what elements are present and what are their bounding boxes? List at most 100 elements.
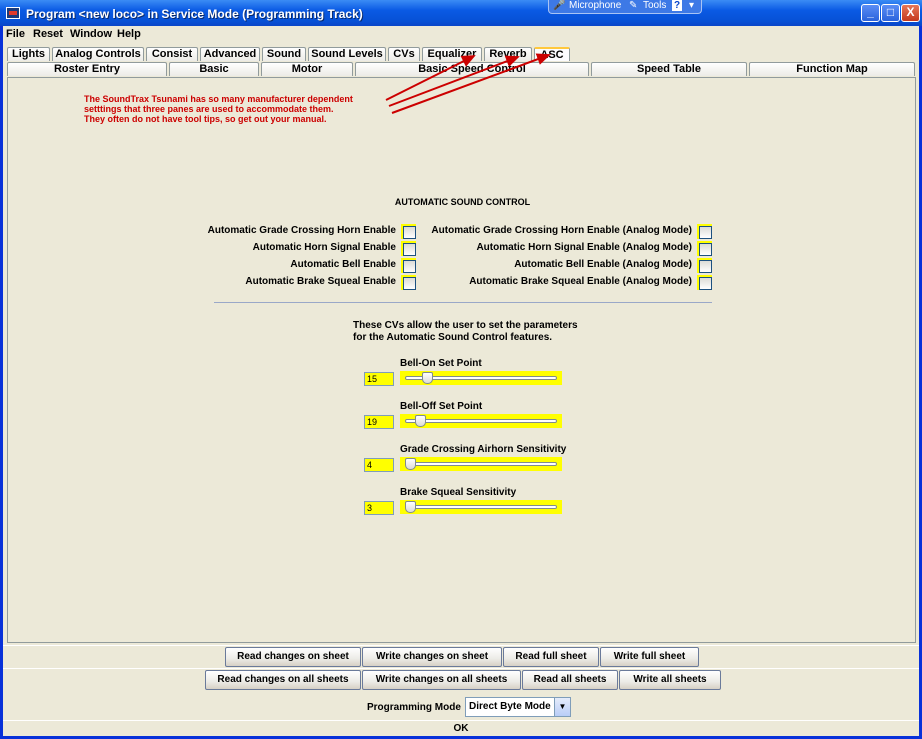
slider-value-field[interactable]: 3 (364, 501, 394, 515)
program-window: Program <new loco> in Service Mode (Prog… (0, 0, 922, 739)
annotation-note: The SoundTrax Tsunami has so many manufa… (84, 94, 353, 124)
annotation-line-3: They often do not have tool tips, so get… (84, 114, 327, 124)
slider-thumb[interactable] (414, 415, 426, 427)
tools-icon[interactable]: ✎ (629, 0, 637, 11)
checkbox-label: Automatic Bell Enable (290, 259, 396, 270)
microphone-label[interactable]: Microphone (569, 0, 621, 11)
tab-reverb[interactable]: Reverb (484, 47, 532, 61)
checkbox-brake-squeal[interactable]: Automatic Brake Squeal Enable (8, 275, 416, 290)
help-icon[interactable]: ? (672, 0, 683, 11)
checkbox-horn-signal-analog[interactable]: Automatic Horn Signal Enable (Analog Mod… (418, 241, 712, 256)
slider-value-field[interactable]: 4 (364, 458, 394, 472)
sheet-button-row: Read changes on sheet Write changes on s… (3, 645, 919, 669)
read-changes-on-sheet-button[interactable]: Read changes on sheet (225, 647, 361, 667)
slider-track[interactable] (405, 505, 557, 509)
tab-lights[interactable]: Lights (7, 47, 50, 61)
checkbox-label: Automatic Brake Squeal Enable (245, 276, 396, 287)
params-description: These CVs allow the user to set the para… (353, 320, 578, 344)
tab-row-bottom: Roster Entry Basic Motor Basic Speed Con… (7, 62, 917, 76)
checkbox-bell[interactable]: Automatic Bell Enable (8, 258, 416, 273)
slider-thumb[interactable] (405, 458, 416, 470)
section-title: AUTOMATIC SOUND CONTROL (394, 197, 531, 207)
checkbox-label: Automatic Brake Squeal Enable (Analog Mo… (469, 276, 692, 287)
slider-value-field[interactable]: 19 (364, 415, 394, 429)
slider-track[interactable] (405, 462, 557, 466)
checkbox-label: Automatic Grade Crossing Horn Enable (An… (431, 225, 692, 236)
read-full-sheet-button[interactable]: Read full sheet (503, 647, 599, 667)
title-bar[interactable]: Program <new loco> in Service Mode (Prog… (0, 0, 922, 26)
write-changes-on-sheet-button[interactable]: Write changes on sheet (362, 647, 502, 667)
checkbox-grade-crossing-horn-analog[interactable]: Automatic Grade Crossing Horn Enable (An… (418, 224, 712, 239)
slider-bell-off-set-point: Bell-Off Set Point 19 (364, 401, 564, 431)
tab-speed-table[interactable]: Speed Table (591, 62, 747, 76)
tab-basic[interactable]: Basic (169, 62, 259, 76)
tray-options-icon[interactable]: ▾ (689, 0, 694, 11)
tab-motor[interactable]: Motor (261, 62, 353, 76)
slider-bell-on-set-point: Bell-On Set Point 15 (364, 358, 564, 388)
tab-sound-levels[interactable]: Sound Levels (308, 47, 386, 61)
slider-label: Grade Crossing Airhorn Sensitivity (400, 444, 567, 455)
read-changes-on-all-sheets-button[interactable]: Read changes on all sheets (205, 670, 361, 690)
slider-brake-squeal-sensitivity: Brake Squeal Sensitivity 3 (364, 487, 564, 517)
checkbox-label: Automatic Horn Signal Enable (252, 242, 396, 253)
checkbox-horn-signal[interactable]: Automatic Horn Signal Enable (8, 241, 416, 256)
ok-button[interactable]: OK (3, 720, 919, 736)
checkbox[interactable] (401, 224, 416, 239)
slider-thumb[interactable] (421, 372, 433, 384)
write-changes-on-all-sheets-button[interactable]: Write changes on all sheets (362, 670, 521, 690)
slider-grade-crossing-airhorn-sensitivity: Grade Crossing Airhorn Sensitivity 4 (364, 444, 567, 474)
microphone-icon[interactable]: 🎤 (553, 0, 565, 11)
menu-window[interactable]: Window (70, 28, 112, 40)
language-bar[interactable]: 🎤 Microphone ✎ Tools ? ▾ (548, 0, 702, 14)
maximize-button[interactable]: □ (881, 4, 900, 22)
asc-panel: The SoundTrax Tsunami has so many manufa… (7, 53, 916, 643)
params-line-1: These CVs allow the user to set the para… (353, 320, 578, 331)
programming-mode-select[interactable]: Direct Byte Mode ▼ (465, 697, 571, 717)
tools-label[interactable]: Tools (643, 0, 666, 11)
slider-label: Brake Squeal Sensitivity (400, 487, 517, 498)
minimize-button[interactable]: _ (861, 4, 880, 22)
read-all-sheets-button[interactable]: Read all sheets (522, 670, 618, 690)
menu-file[interactable]: File (6, 28, 25, 40)
params-line-2: for the Automatic Sound Control features… (353, 332, 553, 343)
checkbox[interactable] (697, 241, 712, 256)
menu-help[interactable]: Help (117, 28, 141, 40)
slider-thumb[interactable] (405, 501, 416, 513)
tab-row-top: Lights Analog Controls Consist Advanced … (7, 47, 917, 61)
chevron-down-icon[interactable]: ▼ (554, 698, 570, 716)
checkbox-label: Automatic Bell Enable (Analog Mode) (514, 259, 692, 270)
programming-mode-label: Programming Mode (367, 702, 461, 713)
checkbox-bell-analog[interactable]: Automatic Bell Enable (Analog Mode) (418, 258, 712, 273)
checkbox[interactable] (697, 275, 712, 290)
all-sheets-button-row: Read changes on all sheets Write changes… (3, 668, 919, 692)
tab-analog-controls[interactable]: Analog Controls (52, 47, 144, 61)
tab-cvs[interactable]: CVs (388, 47, 420, 61)
tab-advanced[interactable]: Advanced (200, 47, 260, 61)
tab-function-map[interactable]: Function Map (749, 62, 915, 76)
slider-label: Bell-On Set Point (400, 358, 482, 369)
tab-roster-entry[interactable]: Roster Entry (7, 62, 167, 76)
window-title: Program <new loco> in Service Mode (Prog… (26, 7, 363, 21)
slider-value-field[interactable]: 15 (364, 372, 394, 386)
divider (214, 302, 712, 303)
checkbox[interactable] (697, 224, 712, 239)
checkbox-grade-crossing-horn[interactable]: Automatic Grade Crossing Horn Enable (8, 224, 416, 239)
programming-mode-value: Direct Byte Mode (469, 701, 551, 712)
tab-sound[interactable]: Sound (262, 47, 306, 61)
tab-equalizer[interactable]: Equalizer (422, 47, 482, 61)
annotation-line-2: setttings that three panes are used to a… (84, 104, 334, 114)
checkbox-brake-squeal-analog[interactable]: Automatic Brake Squeal Enable (Analog Mo… (418, 275, 712, 290)
checkbox-label: Automatic Horn Signal Enable (Analog Mod… (476, 242, 692, 253)
checkbox[interactable] (401, 241, 416, 256)
write-full-sheet-button[interactable]: Write full sheet (600, 647, 699, 667)
checkbox[interactable] (401, 275, 416, 290)
write-all-sheets-button[interactable]: Write all sheets (619, 670, 721, 690)
close-button[interactable]: X (901, 4, 920, 22)
tab-consist[interactable]: Consist (146, 47, 198, 61)
slider-track[interactable] (405, 419, 557, 423)
annotation-line-1: The SoundTrax Tsunami has so many manufa… (84, 94, 353, 104)
checkbox[interactable] (401, 258, 416, 273)
checkbox[interactable] (697, 258, 712, 273)
menu-reset[interactable]: Reset (33, 28, 63, 40)
menu-bar: File Reset Window Help (3, 26, 919, 43)
